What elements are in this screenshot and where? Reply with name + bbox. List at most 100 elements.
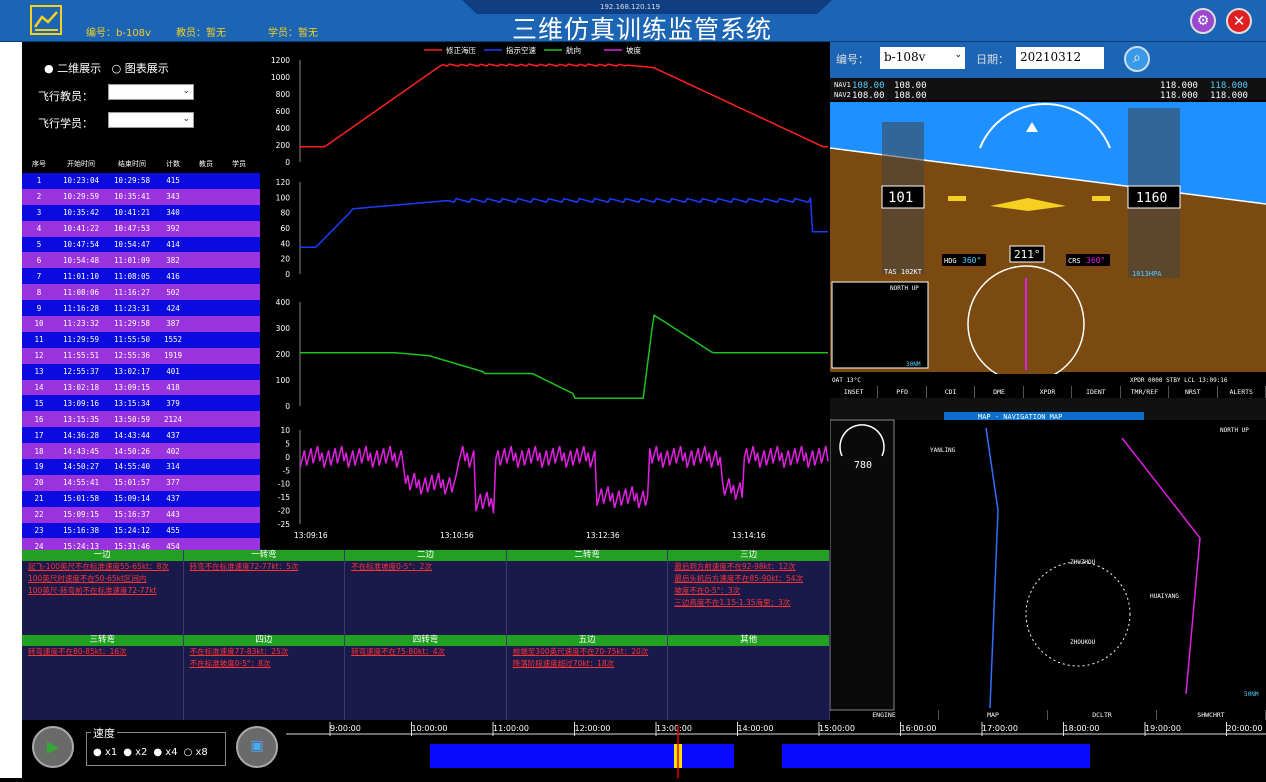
table-cell: 10:35:42 xyxy=(62,208,100,218)
speed-option[interactable]: ● x1 xyxy=(93,747,117,758)
table-cell: 11:01:09 xyxy=(113,255,151,265)
table-row[interactable]: 2 10:29:59 10:35:41 343 xyxy=(22,188,260,205)
table-row[interactable]: 18 14:43:45 14:50:26 402 xyxy=(22,443,260,460)
table-cell: 15:24:12 xyxy=(113,526,151,536)
mfd-svg: MAP - NAVIGATION MAP 780 NORTH UP YANLIN… xyxy=(829,398,1266,711)
table-row[interactable]: 7 11:01:10 11:08:05 416 xyxy=(22,268,260,285)
table-row[interactable]: 15 13:09:16 13:15:34 379 xyxy=(22,395,260,412)
record-button[interactable]: ▣ xyxy=(236,726,278,768)
grade-cell: 四转弯 转弯速度不在75-80kt：4次 xyxy=(345,635,507,720)
y-tick-label: 10 xyxy=(280,426,290,435)
grade-item[interactable]: 不在标准速度77-83kt：25次 xyxy=(184,646,345,658)
table-row[interactable]: 13 12:55:37 13:02:17 401 xyxy=(22,363,260,380)
grade-item[interactable]: 转弯速度不在80-85kt：16次 xyxy=(22,646,183,658)
close-button[interactable]: ✕ xyxy=(1226,8,1252,34)
timeline-tick-label: 13:00:00 xyxy=(656,724,692,733)
mfd-softkey[interactable]: SHWCHRT xyxy=(1157,710,1266,720)
grade-item[interactable]: 降落阶段速度超过70kt：18次 xyxy=(507,658,668,670)
date-picker[interactable]: 20210312 xyxy=(1016,47,1104,69)
pfd-softkey[interactable]: TMR/REF xyxy=(1121,386,1170,398)
table-cell: 13:02:18 xyxy=(62,383,100,393)
table-row[interactable]: 6 10:54:48 11:01:09 382 xyxy=(22,252,260,269)
table-cell: 2124 xyxy=(163,414,183,424)
page-title: 三维仿真训练监管系统 xyxy=(512,15,773,44)
table-cell: 377 xyxy=(166,478,180,488)
grade-header: 三边 xyxy=(668,550,829,561)
table-cell: 314 xyxy=(166,462,180,472)
table-cell: 13:15:35 xyxy=(62,414,100,424)
table-row[interactable]: 9 11:16:28 11:23:31 424 xyxy=(22,300,260,317)
series-line xyxy=(300,314,828,399)
instructor-select[interactable]: ⌄ xyxy=(108,84,194,100)
timeline-tick-label: 15:00:00 xyxy=(819,724,855,733)
mfd-softkey[interactable]: MAP xyxy=(939,710,1048,720)
table-row[interactable]: 17 14:36:28 14:43:44 437 xyxy=(22,427,260,444)
settings-button[interactable]: ⚙ xyxy=(1190,8,1216,34)
table-row[interactable]: 12 11:55:51 12:55:36 1919 xyxy=(22,347,260,364)
table-cell: 1552 xyxy=(163,335,183,345)
pfd-softkey[interactable]: ALERTS xyxy=(1218,386,1266,398)
table-cell: 402 xyxy=(166,446,180,456)
table-row[interactable]: 20 14:55:41 15:01:57 377 xyxy=(22,474,260,491)
session-segment[interactable] xyxy=(430,744,734,768)
speed-option[interactable]: ○ x8 xyxy=(184,747,208,758)
grade-header: 二转弯 xyxy=(506,550,668,561)
table-cell: 392 xyxy=(166,224,180,234)
grade-cell: 二边 不在标准坡度0-5°：2次 xyxy=(345,550,507,635)
pfd-softkey[interactable]: NRST xyxy=(1169,386,1218,398)
table-cell: 10:23:04 xyxy=(62,176,100,186)
table-cell: 15:09:14 xyxy=(113,494,151,504)
pfd-softkey[interactable]: IDENT xyxy=(1072,386,1121,398)
radio-chart[interactable]: ○ 图表展示 xyxy=(112,62,169,75)
speed-option[interactable]: ● x2 xyxy=(123,747,147,758)
radio-3d[interactable]: ● 二维展示 xyxy=(44,62,101,75)
grade-cell: 三转弯 转弯速度不在80-85kt：16次 xyxy=(22,635,184,720)
pfd-softkey[interactable]: INSET xyxy=(830,386,879,398)
grade-item[interactable]: 100英尺-转弯前不在标准速度72-77kt xyxy=(22,585,183,597)
grade-item[interactable]: 不在标准坡度0-5°：8次 xyxy=(184,658,345,670)
grade-item[interactable]: 最后到方前速度不在92-98kt：12次 xyxy=(668,561,829,573)
pfd-softkey[interactable]: CDI xyxy=(927,386,976,398)
table-cell: 437 xyxy=(166,494,180,504)
table-row[interactable]: 1 10:23:04 10:29:58 415 xyxy=(22,173,260,189)
speed-option[interactable]: ● x4 xyxy=(153,747,177,758)
table-row[interactable]: 10 11:23:32 11:29:58 387 xyxy=(22,316,260,332)
table-row[interactable]: 23 15:16:38 15:24:12 455 xyxy=(22,522,260,539)
table-row[interactable]: 22 15:09:15 15:16:37 443 xyxy=(22,506,260,523)
mfd-softkey[interactable]: DCLTR xyxy=(1048,710,1157,720)
table-cell: 14:50:27 xyxy=(62,462,100,472)
table-row[interactable]: 16 13:15:35 13:50:59 2124 xyxy=(22,411,260,428)
table-row[interactable]: 11 11:29:59 11:55:50 1552 xyxy=(22,331,260,348)
y-tick-label: 5 xyxy=(285,439,290,448)
grade-item[interactable]: 起飞-100英尺不在标准速度55-65kt：8次 xyxy=(22,561,183,573)
svg-text:108.00: 108.00 xyxy=(852,91,885,101)
session-segment[interactable] xyxy=(782,744,1090,768)
table-row[interactable]: 14 13:02:18 13:09:15 418 xyxy=(22,379,260,396)
grade-item[interactable]: 最后头机后方速度不在85-90kt：54次 xyxy=(668,573,829,585)
id-select[interactable]: b-108v ⌄ xyxy=(880,47,965,69)
grade-item[interactable]: 坡度不在0-5°：3次 xyxy=(668,585,829,597)
pfd-softkey[interactable]: DME xyxy=(975,386,1024,398)
grade-item[interactable]: 不在标准坡度0-5°：2次 xyxy=(345,561,506,573)
table-row[interactable]: 8 11:08:06 11:16:27 502 xyxy=(22,284,260,301)
grade-item[interactable]: 100英尺时速度不在50-65kt区间内 xyxy=(22,573,183,585)
grade-item[interactable]: 前端至300英尺速度不在70-75kt：20次 xyxy=(507,646,668,658)
y-tick-label: 200 xyxy=(276,350,291,359)
mfd-softkey[interactable]: ENGINE xyxy=(830,710,939,720)
grade-item[interactable]: 三边高度不在1.15-1.35海里：3次 xyxy=(668,597,829,609)
grade-item[interactable]: 转弯不在标准速度72-77kt：5次 xyxy=(184,561,345,573)
student-select[interactable]: ⌄ xyxy=(108,112,194,128)
pfd-softkey[interactable]: XPDR xyxy=(1024,386,1073,398)
table-row[interactable]: 5 10:47:54 10:54:47 414 xyxy=(22,236,260,253)
timeline[interactable]: 9:00:00 10:00:00 11:00:00 12:00:00 13:00:00 1… xyxy=(286,720,1266,778)
pfd-softkey[interactable]: PFD xyxy=(878,386,927,398)
grade-item[interactable]: 转弯速度不在75-80kt：4次 xyxy=(345,646,506,658)
play-button[interactable]: ▶ xyxy=(32,726,74,768)
table-row[interactable]: 3 10:35:42 10:41:21 340 xyxy=(22,204,260,221)
search-button[interactable]: ⌕ xyxy=(1124,46,1150,72)
table-row[interactable]: 21 15:01:58 15:09:14 437 xyxy=(22,490,260,507)
table-row[interactable]: 4 10:41:22 10:47:53 392 xyxy=(22,220,260,237)
mfd-softkeys: ENGINE MAP DCLTR SHWCHRT xyxy=(830,710,1266,720)
table-row[interactable]: 19 14:50:27 14:55:40 314 xyxy=(22,459,260,475)
legend-label: 坡度 xyxy=(626,45,641,55)
